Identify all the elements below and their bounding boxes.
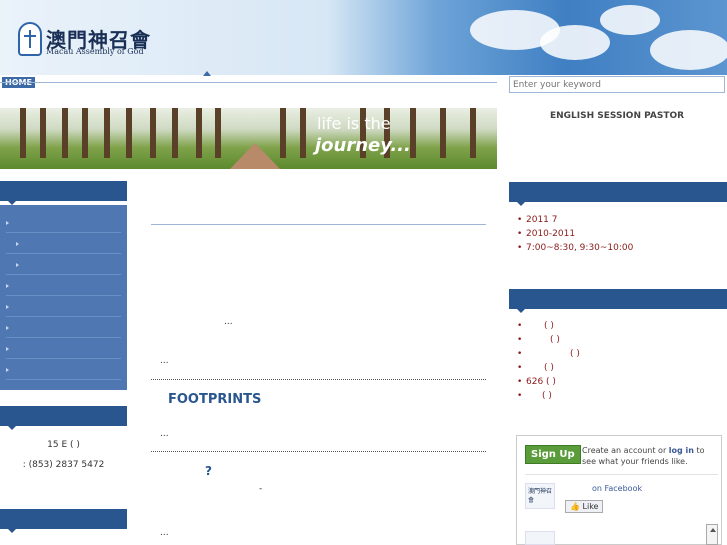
list-item[interactable]: 2010-2011 xyxy=(517,229,633,243)
facebook-page-avatar[interactable]: 澳門神召會 xyxy=(525,483,555,509)
facebook-prompt: Create an account or log in to see what … xyxy=(582,446,705,466)
list-item[interactable]: 626 ( ) xyxy=(517,377,580,391)
sidebar-item[interactable] xyxy=(6,360,121,380)
schedule-header xyxy=(509,182,727,206)
schedule-list: 2011 7 2010-2011 7:00~8:30, 9:30~10:00 xyxy=(517,215,633,257)
banner-text-line1: life is the xyxy=(317,114,391,133)
list-item[interactable]: 2011 7 xyxy=(517,215,633,229)
thumbs-up-icon: 👍 xyxy=(570,502,580,511)
article-snippet[interactable]: ... xyxy=(160,356,169,366)
contact-address: 15 E ( ) xyxy=(47,440,80,450)
arrow-icon xyxy=(6,368,9,372)
arrow-icon xyxy=(16,263,19,267)
sidebar-item[interactable] xyxy=(6,339,121,359)
article-dash: - xyxy=(259,484,263,494)
sidebar-subitem[interactable] xyxy=(6,255,121,275)
list-item[interactable]: ( ) xyxy=(517,321,580,335)
church-logo-icon[interactable] xyxy=(18,22,42,56)
arrow-icon xyxy=(6,347,9,351)
journey-banner xyxy=(0,108,497,169)
facebook-widget: Sign Up Create an account or log in to s… xyxy=(516,435,722,545)
facebook-login-link[interactable]: log in xyxy=(669,446,694,455)
sidebar-item[interactable] xyxy=(6,213,121,233)
list-item[interactable]: ( ) xyxy=(517,335,580,349)
arrow-icon xyxy=(16,242,19,246)
facebook-like-button[interactable]: 👍 Like xyxy=(565,500,604,513)
list-item[interactable]: 7:00~8:30, 9:30~10:00 xyxy=(517,243,633,257)
cloud-decor xyxy=(540,25,610,60)
list-item[interactable]: ( ) xyxy=(517,391,580,405)
english-session-pastor-link[interactable]: ENGLISH SESSION PASTOR xyxy=(509,111,725,121)
list-item[interactable]: ( ) xyxy=(517,349,580,363)
article-title[interactable]: ? xyxy=(205,464,212,478)
sidebar-item[interactable] xyxy=(6,297,121,317)
sidebar-menu xyxy=(0,205,127,390)
news-list: ( ) ( ) ( ) ( ) 626 ( ) ( ) xyxy=(517,321,580,405)
arrow-icon xyxy=(6,326,9,330)
banner-text-line2: journey... xyxy=(315,135,411,156)
arrow-icon xyxy=(6,221,9,225)
sidebar-item[interactable] xyxy=(6,276,121,296)
arrow-icon xyxy=(6,305,9,309)
site-header: 澳門神召會 Macau Assembly of God xyxy=(0,0,727,75)
article-snippet[interactable]: ... xyxy=(160,429,169,439)
news-header xyxy=(509,289,727,313)
nav-divider xyxy=(0,82,497,83)
article-snippet[interactable]: ... xyxy=(224,317,233,327)
content-divider xyxy=(151,224,486,225)
sidebar-menu-header xyxy=(0,181,127,205)
sidebar-bottom-header xyxy=(0,509,127,533)
facebook-fan-avatar[interactable] xyxy=(525,531,555,545)
facebook-divider xyxy=(525,474,718,475)
contact-phone: : (853) 2837 5472 xyxy=(22,460,105,470)
sidebar-subitem[interactable] xyxy=(6,234,121,254)
article-separator xyxy=(151,451,486,452)
cloud-decor xyxy=(600,5,660,35)
search-input[interactable] xyxy=(509,76,725,93)
sidebar-contact-header xyxy=(0,406,127,430)
list-item[interactable]: ( ) xyxy=(517,363,580,377)
cloud-decor xyxy=(650,30,727,70)
article-snippet[interactable]: ... xyxy=(160,528,169,538)
site-subtitle: Macau Assembly of God xyxy=(46,47,144,56)
article-title-footprints[interactable]: FOOTPRINTS xyxy=(168,392,261,407)
facebook-signup-button[interactable]: Sign Up xyxy=(525,445,581,464)
article-separator xyxy=(151,379,486,380)
sidebar-item[interactable] xyxy=(6,318,121,338)
facebook-page-label[interactable]: on Facebook xyxy=(592,484,642,493)
nav-pointer-icon xyxy=(203,71,211,76)
arrow-icon xyxy=(6,284,9,288)
contact-info: 15 E ( ) : (853) 2837 5472 xyxy=(0,430,127,470)
facebook-scrollbar[interactable] xyxy=(706,524,718,545)
